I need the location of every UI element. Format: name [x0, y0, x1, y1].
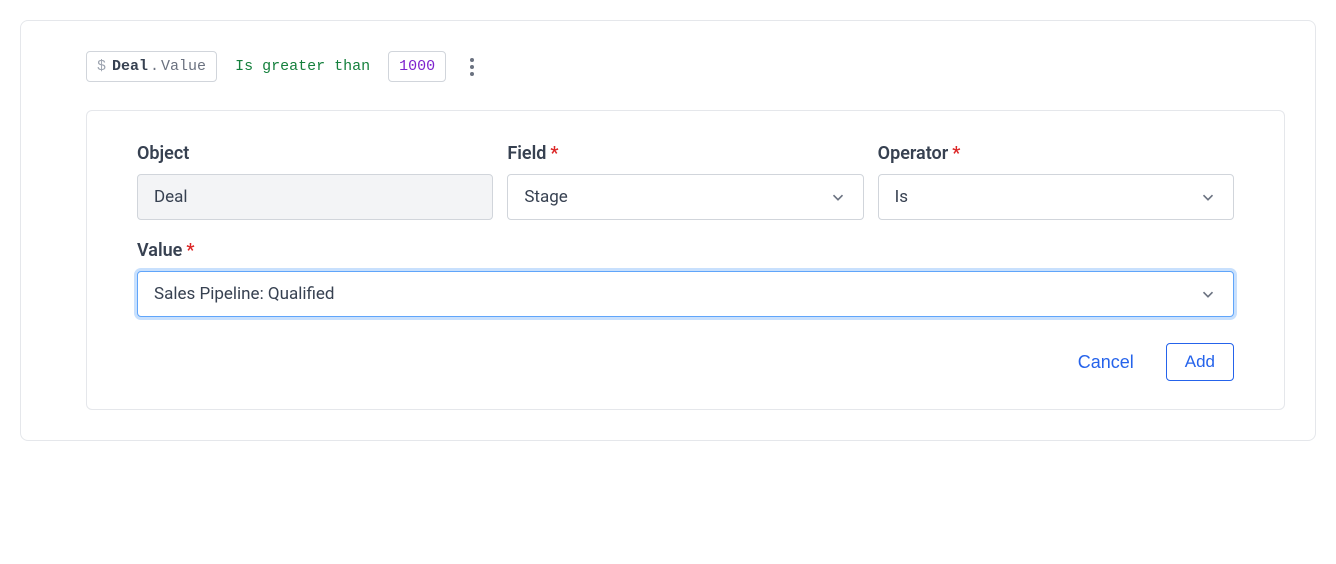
chevron-down-icon: [1199, 285, 1217, 303]
more-options-icon[interactable]: [464, 52, 480, 82]
value-group: Value* Sales Pipeline: Qualified: [137, 240, 1234, 317]
field-value: Stage: [524, 187, 567, 207]
operator-value: Is: [895, 187, 908, 207]
object-select: Deal: [137, 174, 493, 220]
condition-dot: .: [150, 58, 159, 75]
condition-value-chip[interactable]: 1000: [388, 51, 446, 82]
action-row: Cancel Add: [137, 343, 1234, 381]
condition-object: Deal: [112, 58, 148, 75]
value-label: Value*: [137, 240, 1234, 261]
operator-group: Operator* Is: [878, 143, 1234, 220]
condition-editor-card: Object Deal Field* Stage Operator*: [86, 110, 1285, 410]
value-select[interactable]: Sales Pipeline: Qualified: [137, 271, 1234, 317]
object-value: Deal: [154, 187, 188, 207]
add-button[interactable]: Add: [1166, 343, 1234, 381]
field-group: Field* Stage: [507, 143, 863, 220]
existing-condition-row: $ Deal.Value Is greater than 1000: [86, 51, 1285, 82]
form-grid: Object Deal Field* Stage Operator*: [137, 143, 1234, 317]
operator-select[interactable]: Is: [878, 174, 1234, 220]
operator-label: Operator*: [878, 143, 1234, 164]
filter-card: $ Deal.Value Is greater than 1000 Object…: [20, 20, 1316, 441]
object-label: Object: [137, 143, 493, 164]
condition-field-chip[interactable]: $ Deal.Value: [86, 51, 217, 82]
field-label: Field*: [507, 143, 863, 164]
value-selected: Sales Pipeline: Qualified: [154, 284, 335, 304]
condition-operator: Is greater than: [235, 58, 370, 75]
cancel-button[interactable]: Cancel: [1074, 344, 1138, 381]
dollar-sign-icon: $: [97, 58, 106, 75]
chevron-down-icon: [1199, 188, 1217, 206]
chevron-down-icon: [829, 188, 847, 206]
condition-field: Value: [161, 58, 206, 75]
object-group: Object Deal: [137, 143, 493, 220]
field-select[interactable]: Stage: [507, 174, 863, 220]
